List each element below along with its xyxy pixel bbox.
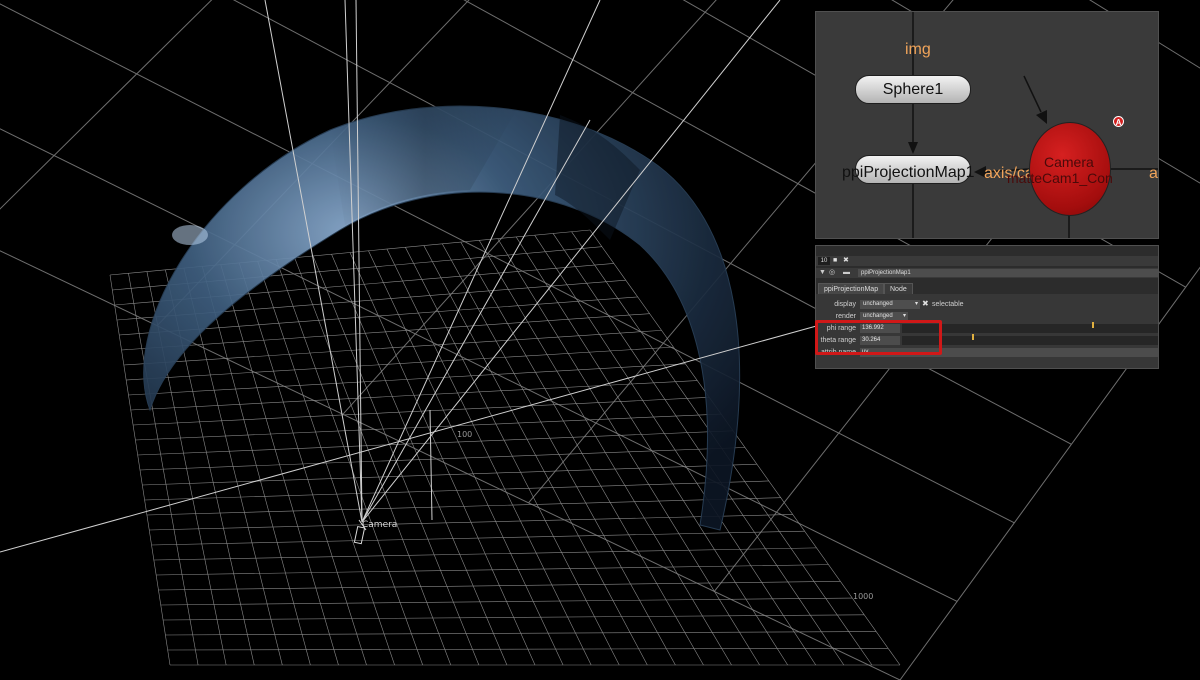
ground-grid-line (163, 614, 865, 621)
camera-ray (361, 0, 601, 523)
tab-ppiprojectionmap[interactable]: ppiProjectionMap (818, 283, 885, 294)
attrib-name-input[interactable]: uv (860, 348, 1158, 357)
attrib-name-label: attrib name (820, 349, 856, 356)
theta-range-slider-knob[interactable] (972, 334, 974, 340)
ground-grid-line (142, 463, 757, 486)
lock-icon[interactable]: ■ (833, 257, 837, 265)
collapse-icon[interactable]: ▼ (819, 268, 826, 278)
theta-range-input[interactable]: 30.264 (860, 336, 900, 345)
vertical-axis-line (429, 409, 433, 521)
phi-range-label: phi range (826, 325, 856, 332)
display-label: display (834, 301, 856, 308)
axis-tick-label: 1000 (853, 592, 873, 601)
tab-node[interactable]: Node (884, 283, 913, 294)
display-dropdown-value: unchanged (863, 301, 893, 307)
phi-range-slider[interactable] (902, 322, 1158, 333)
max-panels-field[interactable]: 10 (818, 257, 830, 265)
theta-range-slider[interactable] (902, 334, 1158, 345)
grid-line (0, 0, 250, 60)
dropdown-arrow-icon: ▾ (914, 301, 918, 307)
status-bar (0, 674, 1200, 680)
properties-body: display unchanged ▾ ✖ selectable render … (816, 294, 1158, 368)
camera-node-label: Camera (1044, 154, 1094, 170)
close-all-icon[interactable]: ✖ (843, 257, 849, 265)
ground-grid-line (158, 581, 841, 591)
ground-grid-line (160, 597, 853, 606)
camera-node-sublabel: matteCam1_Con (1007, 170, 1113, 186)
render-label: render (835, 313, 856, 320)
node-color-icon[interactable]: ▬ (843, 268, 850, 278)
render-dropdown-value: unchanged (863, 313, 893, 319)
selectable-checkbox[interactable]: ✖ (922, 299, 929, 308)
input-label-a: a (1149, 165, 1158, 182)
display-dropdown[interactable]: unchanged ▾ (860, 300, 920, 309)
projection-map-node[interactable] (855, 155, 971, 184)
grid-line (0, 128, 958, 602)
phi-range-input[interactable]: 136.992 (860, 324, 900, 333)
phi-range-slider-knob[interactable] (1092, 322, 1094, 328)
ground-grid-line (146, 497, 781, 516)
ground-grid-line (534, 235, 817, 666)
ground-grid-line (165, 631, 877, 636)
properties-toolbar: 10 ■ ✖ (816, 256, 1158, 266)
node-name-bar: ▼ ◎ ▬ ppiProjectionMap1 (816, 268, 1158, 278)
axis-tick-label: 100 (457, 430, 472, 439)
selectable-label: selectable (932, 301, 964, 308)
node-connections (908, 12, 1158, 238)
camera-label: Camera (362, 520, 397, 530)
input-label-img: img (905, 41, 931, 58)
render-dropdown[interactable]: unchanged ▾ (860, 312, 908, 321)
properties-panel: 10 ■ ✖ ▼ ◎ ▬ ppiProjectionMap1 ppiProjec… (815, 245, 1159, 369)
theta-range-label: theta range (820, 337, 856, 344)
ground-grid-line (144, 480, 769, 501)
center-icon[interactable]: ◎ (829, 268, 835, 278)
sphere1-node[interactable]: Sphere1 (855, 75, 971, 104)
camera-node-badge: A (1113, 116, 1124, 127)
dropdown-arrow-icon: ▾ (902, 313, 906, 319)
node-name-field[interactable]: ppiProjectionMap1 (858, 269, 1158, 277)
node-graph-panel[interactable]: img Sphere1 ppiProjectionMap1 axis/cam C… (815, 11, 1159, 239)
